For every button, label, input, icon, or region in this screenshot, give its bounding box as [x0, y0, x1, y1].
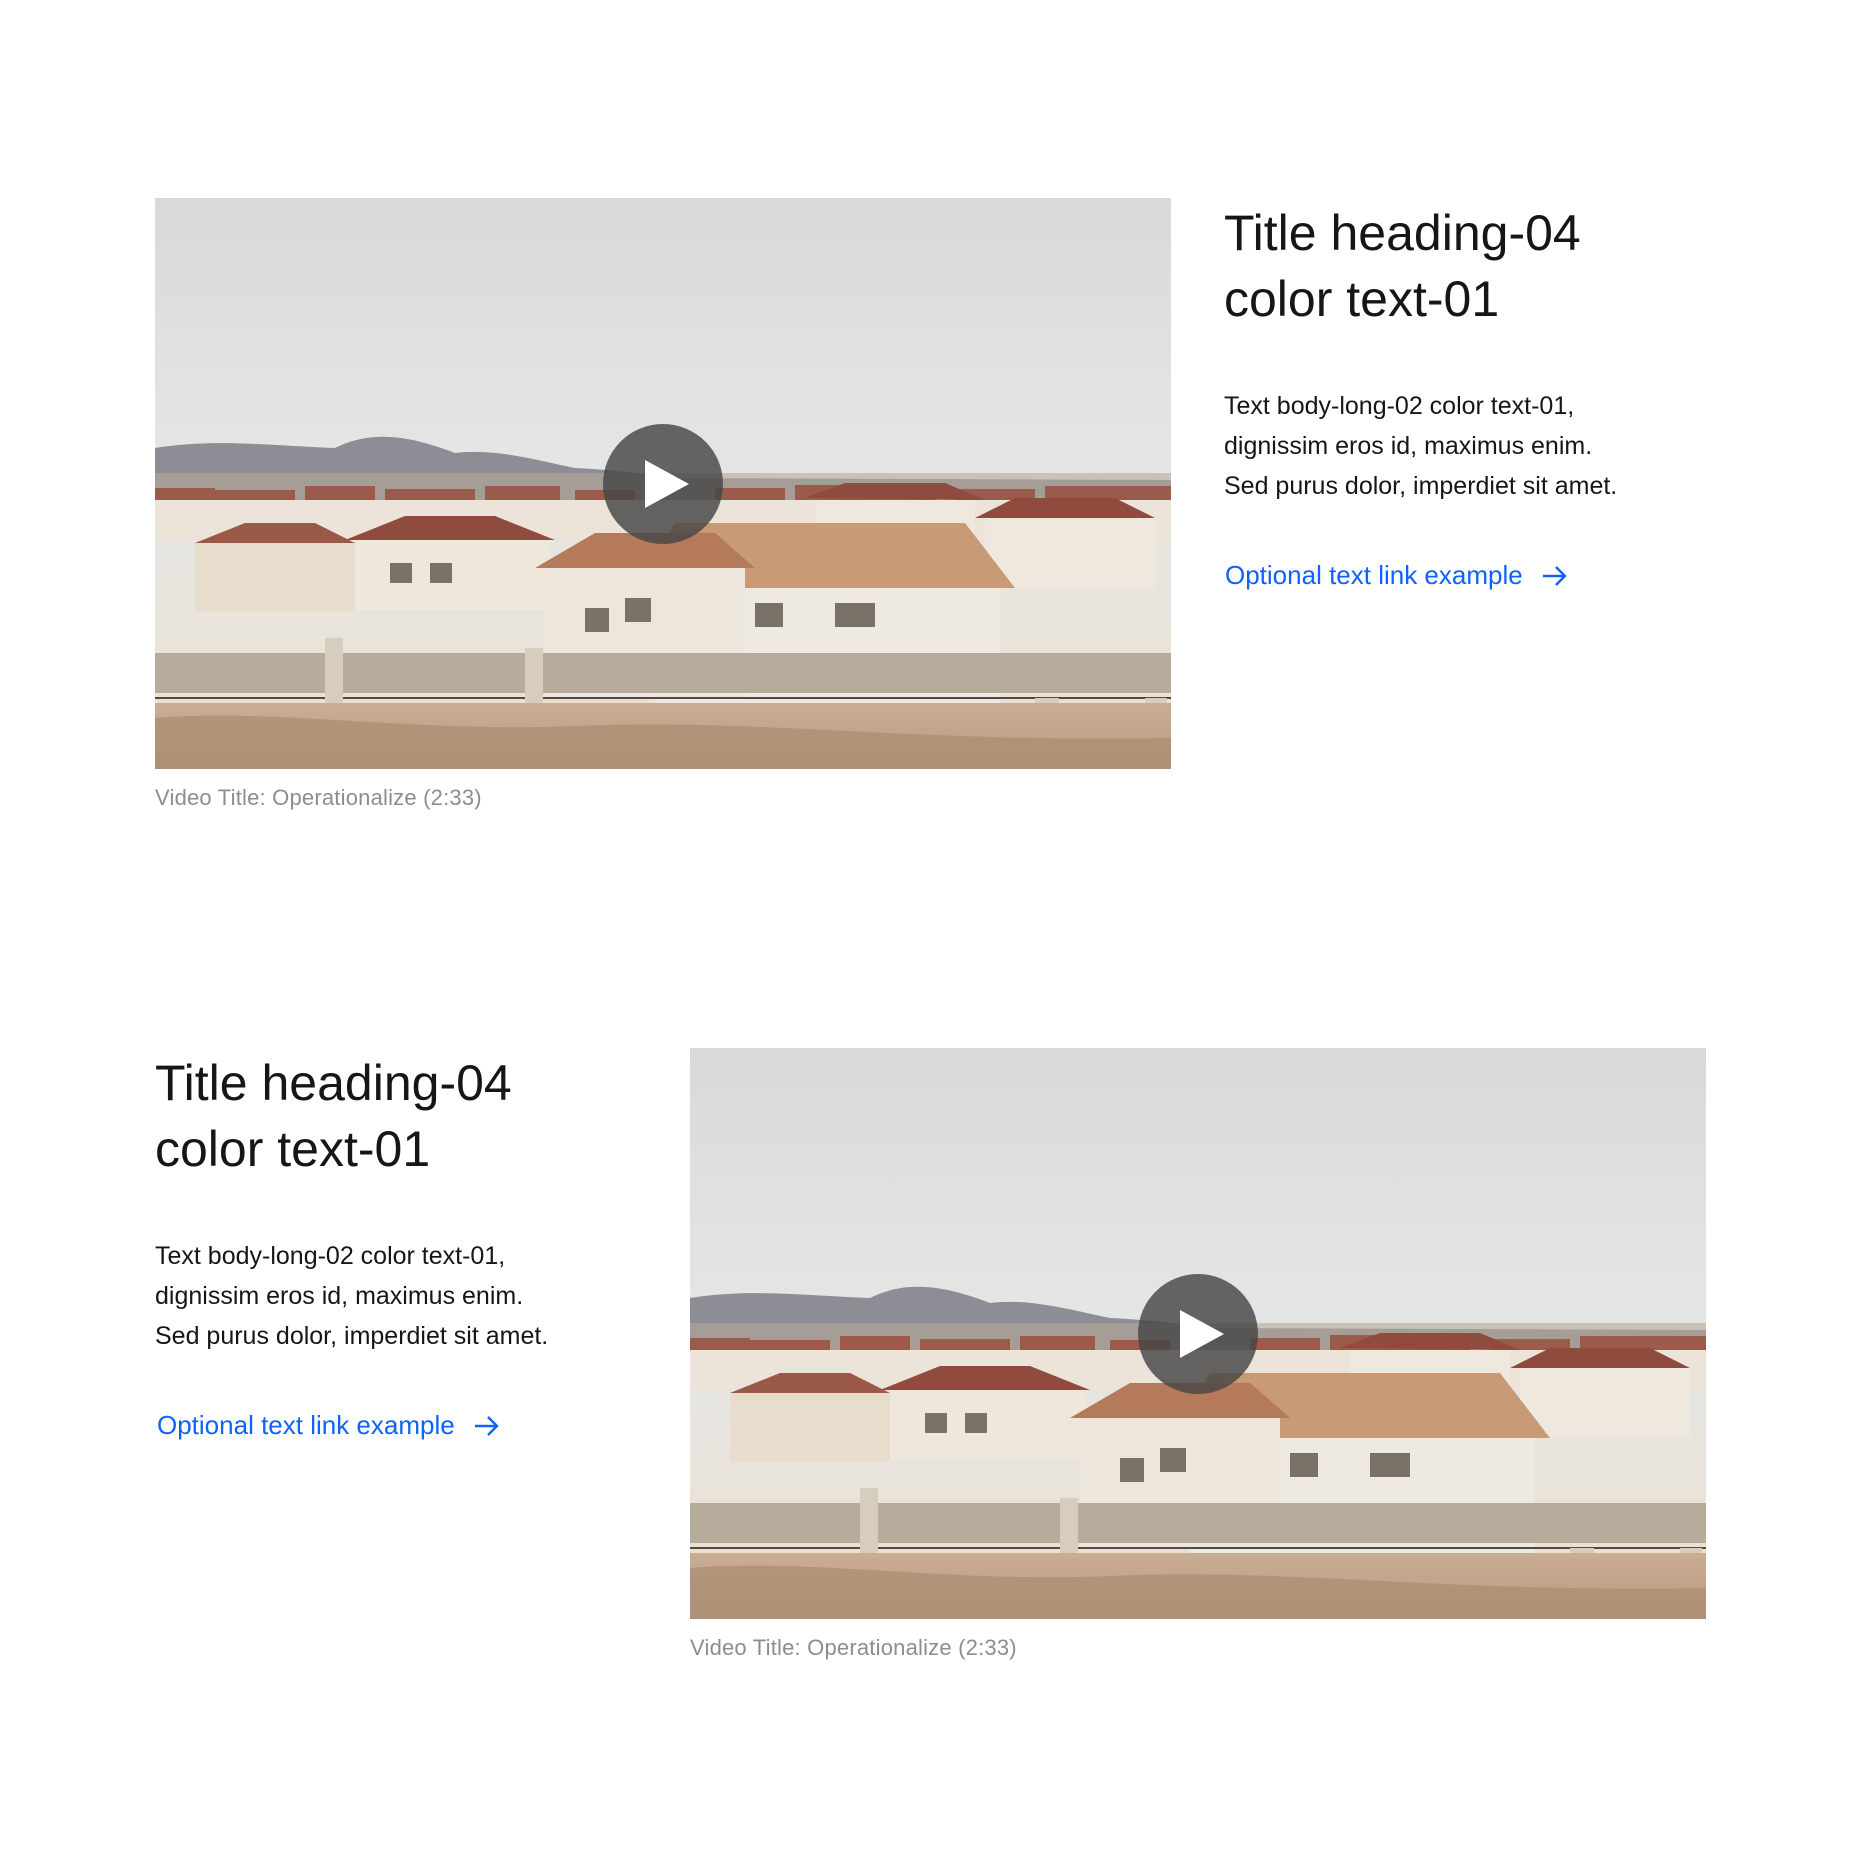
- body-line: dignissim eros id, maximus enim.: [155, 1282, 524, 1310]
- video-caption-2: Video Title: Operationalize (2:33): [690, 1635, 1017, 1660]
- link-label: Optional text link example: [1225, 560, 1523, 590]
- body-line: Sed purus dolor, imperdiet sit amet.: [1224, 472, 1618, 500]
- body-line: Text body-long-02 color text-01,: [1224, 392, 1575, 420]
- link-label: Optional text link example: [157, 1410, 455, 1440]
- body-line: Text body-long-02 color text-01,: [155, 1242, 506, 1270]
- section-heading-2: Title heading-04 color text-01: [155, 1050, 675, 1182]
- play-icon: [645, 459, 689, 508]
- arrow-right-icon: [1541, 564, 1569, 588]
- body-line: dignissim eros id, maximus enim.: [1224, 432, 1593, 460]
- video-caption-1: Video Title: Operationalize (2:33): [155, 785, 482, 810]
- heading-line: color text-01: [1224, 271, 1500, 327]
- video-player-2[interactable]: [690, 1048, 1706, 1619]
- video-player-1[interactable]: [155, 198, 1171, 769]
- play-icon: [1180, 1309, 1224, 1358]
- play-button[interactable]: [1138, 1273, 1258, 1394]
- section-body-1: Text body-long-02 color text-01, digniss…: [1224, 386, 1694, 506]
- text-link-1[interactable]: Optional text link example: [1225, 560, 1569, 591]
- text-link-2[interactable]: Optional text link example: [157, 1410, 501, 1441]
- arrow-right-icon: [473, 1414, 501, 1438]
- heading-line: Title heading-04: [1224, 205, 1581, 261]
- body-line: Sed purus dolor, imperdiet sit amet.: [155, 1322, 549, 1350]
- heading-line: Title heading-04: [155, 1055, 512, 1111]
- section-heading-1: Title heading-04 color text-01: [1224, 200, 1744, 332]
- play-button[interactable]: [603, 423, 723, 544]
- heading-line: color text-01: [155, 1121, 431, 1177]
- page: Video Title: Operationalize (2:33) Title…: [0, 0, 1856, 1856]
- section-body-2: Text body-long-02 color text-01, digniss…: [155, 1236, 625, 1356]
